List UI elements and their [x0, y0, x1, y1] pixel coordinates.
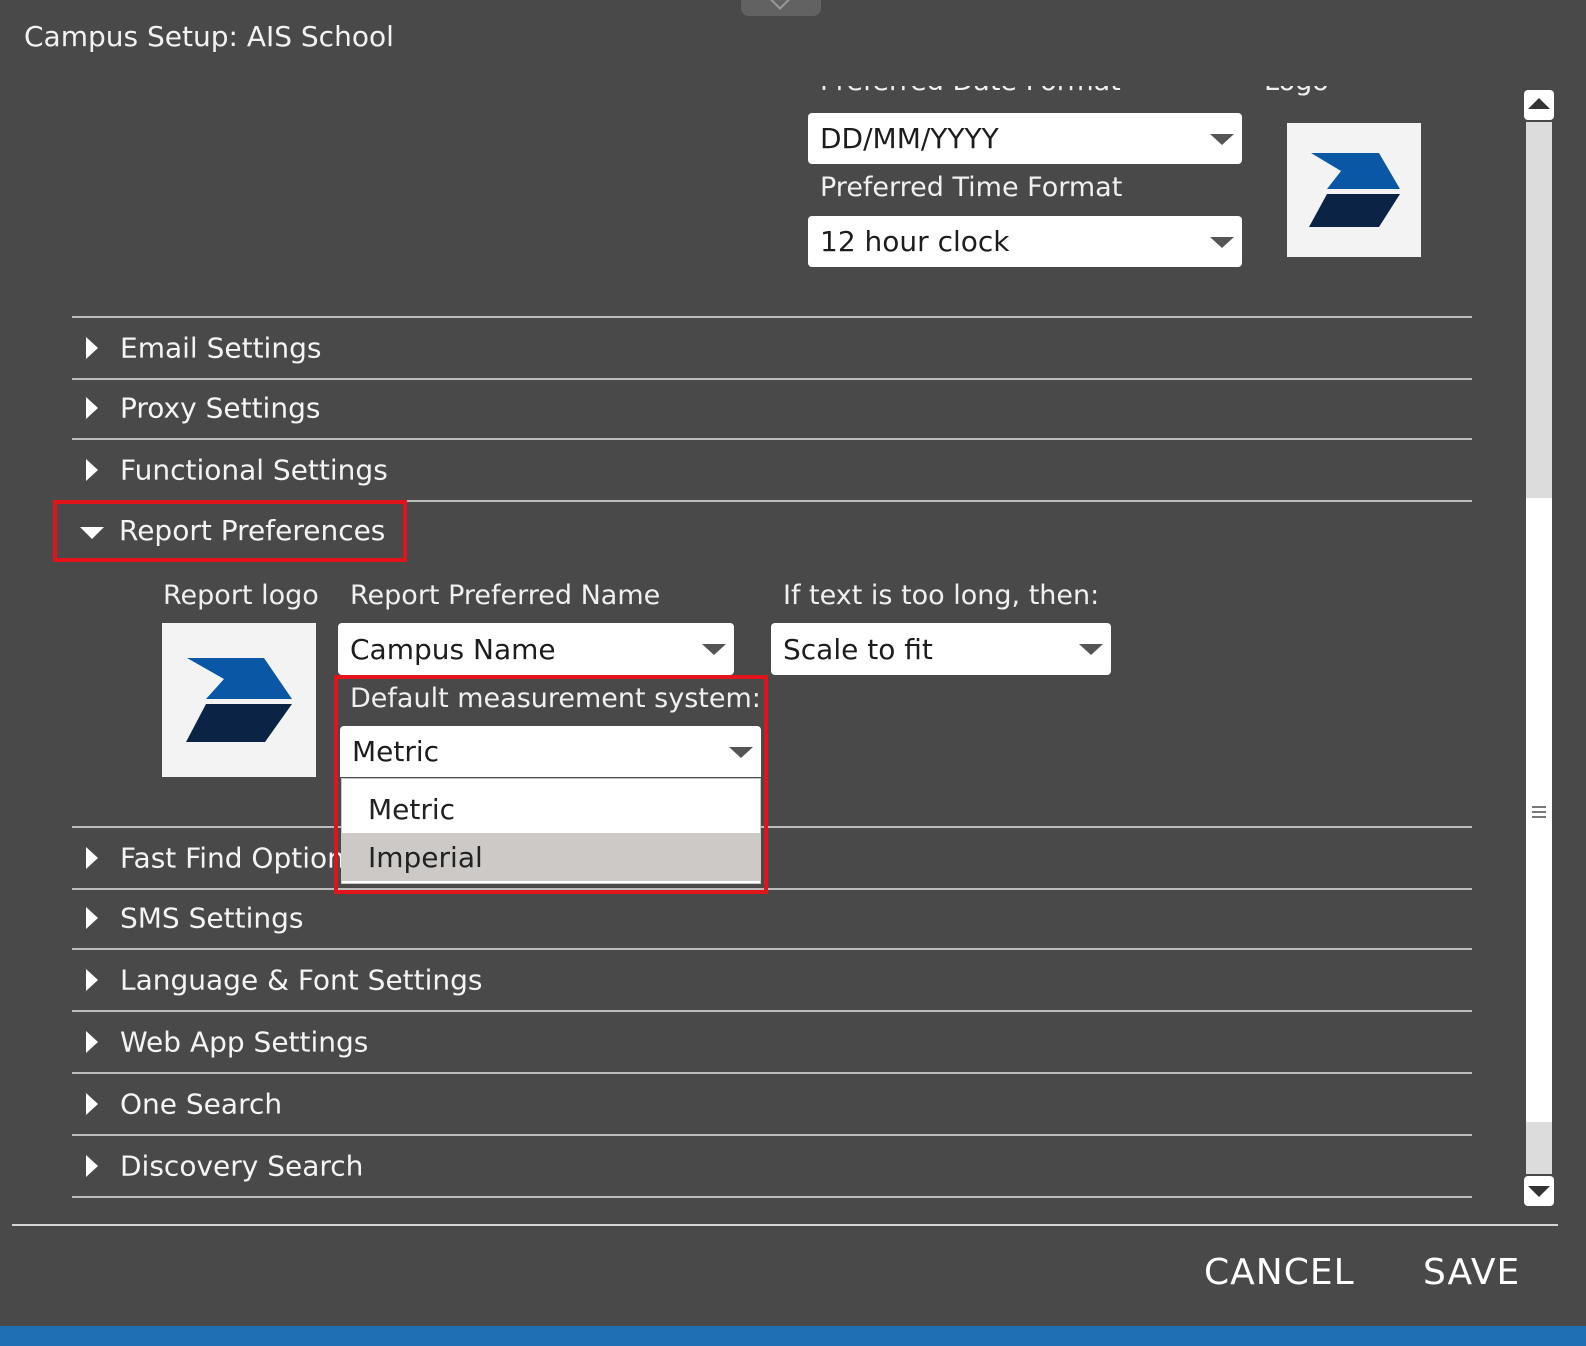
- dialog-title: Campus Setup: AIS School: [24, 20, 394, 53]
- vertical-scrollbar[interactable]: [1524, 90, 1554, 1206]
- section-label: Language & Font Settings: [120, 963, 483, 997]
- caret-right-icon: [86, 337, 98, 359]
- report-logo-label: Report logo: [163, 580, 319, 611]
- section-label: Discovery Search: [120, 1149, 364, 1183]
- caret-right-icon: [86, 907, 98, 929]
- section-functional-settings[interactable]: Functional Settings: [72, 440, 1472, 502]
- date-format-label: Preferred Date Format: [820, 86, 1121, 97]
- caret-right-icon: [86, 459, 98, 481]
- caret-down-icon: [1210, 236, 1234, 248]
- section-discovery-search[interactable]: Discovery Search: [72, 1136, 1472, 1198]
- section-sms-settings[interactable]: SMS Settings: [72, 888, 1472, 950]
- caret-right-icon: [86, 397, 98, 419]
- section-email-settings[interactable]: Email Settings: [72, 316, 1472, 380]
- date-format-value: DD/MM/YYYY: [820, 122, 999, 155]
- caret-down-icon: [1210, 133, 1234, 145]
- overflow-select[interactable]: Scale to fit: [771, 623, 1111, 675]
- section-label: Functional Settings: [120, 453, 388, 487]
- caret-down-icon: [1079, 644, 1103, 655]
- footer-divider: [12, 1224, 1558, 1226]
- chevron-logo-icon: [186, 658, 292, 742]
- preferred-name-select[interactable]: Campus Name: [338, 623, 734, 675]
- caret-up-icon: [1528, 98, 1550, 109]
- highlight-measurement-system: [334, 675, 768, 894]
- preferred-name-value: Campus Name: [350, 632, 556, 666]
- scroll-up-button[interactable]: [1524, 90, 1554, 120]
- section-label: Web App Settings: [120, 1025, 369, 1059]
- overflow-label: If text is too long, then:: [783, 580, 1100, 611]
- caret-right-icon: [86, 847, 98, 869]
- caret-down-icon: [1528, 1186, 1550, 1197]
- caret-right-icon: [86, 1155, 98, 1177]
- date-format-select[interactable]: DD/MM/YYYY: [808, 113, 1242, 164]
- time-format-value: 12 hour clock: [820, 225, 1010, 258]
- caret-right-icon: [86, 1093, 98, 1115]
- section-proxy-settings[interactable]: Proxy Settings: [72, 378, 1472, 440]
- grip-icon: [1532, 806, 1546, 818]
- caret-right-icon: [86, 1031, 98, 1053]
- time-format-select[interactable]: 12 hour clock: [808, 216, 1242, 267]
- section-label: Email Settings: [120, 331, 322, 365]
- caret-right-icon: [86, 969, 98, 991]
- chevron-logo-icon: [1309, 153, 1400, 227]
- campus-logo[interactable]: [1287, 123, 1421, 257]
- preferred-name-label: Report Preferred Name: [350, 580, 661, 611]
- cancel-button[interactable]: CANCEL: [1204, 1252, 1355, 1293]
- section-label: One Search: [120, 1087, 283, 1121]
- report-logo[interactable]: [162, 623, 316, 777]
- caret-down-icon: [702, 644, 726, 655]
- section-label: Proxy Settings: [120, 391, 321, 425]
- highlight-report-preferences: [53, 500, 407, 562]
- logo-label: Logo: [1264, 86, 1329, 97]
- section-label: Fast Find Options: [120, 841, 360, 875]
- section-one-search[interactable]: One Search: [72, 1074, 1472, 1136]
- section-language-font-settings[interactable]: Language & Font Settings: [72, 950, 1472, 1012]
- chevron-down-icon: [770, 0, 790, 10]
- scroll-down-button[interactable]: [1524, 1176, 1554, 1206]
- save-button[interactable]: SAVE: [1423, 1252, 1520, 1293]
- section-fast-find-options[interactable]: Fast Find Options: [72, 826, 1472, 890]
- section-label: SMS Settings: [120, 901, 304, 935]
- taskbar-accent-strip: [0, 1326, 1586, 1346]
- overflow-value: Scale to fit: [783, 632, 933, 666]
- top-drag-handle[interactable]: [741, 0, 821, 16]
- section-web-app-settings[interactable]: Web App Settings: [72, 1012, 1472, 1074]
- time-format-label: Preferred Time Format: [820, 172, 1123, 203]
